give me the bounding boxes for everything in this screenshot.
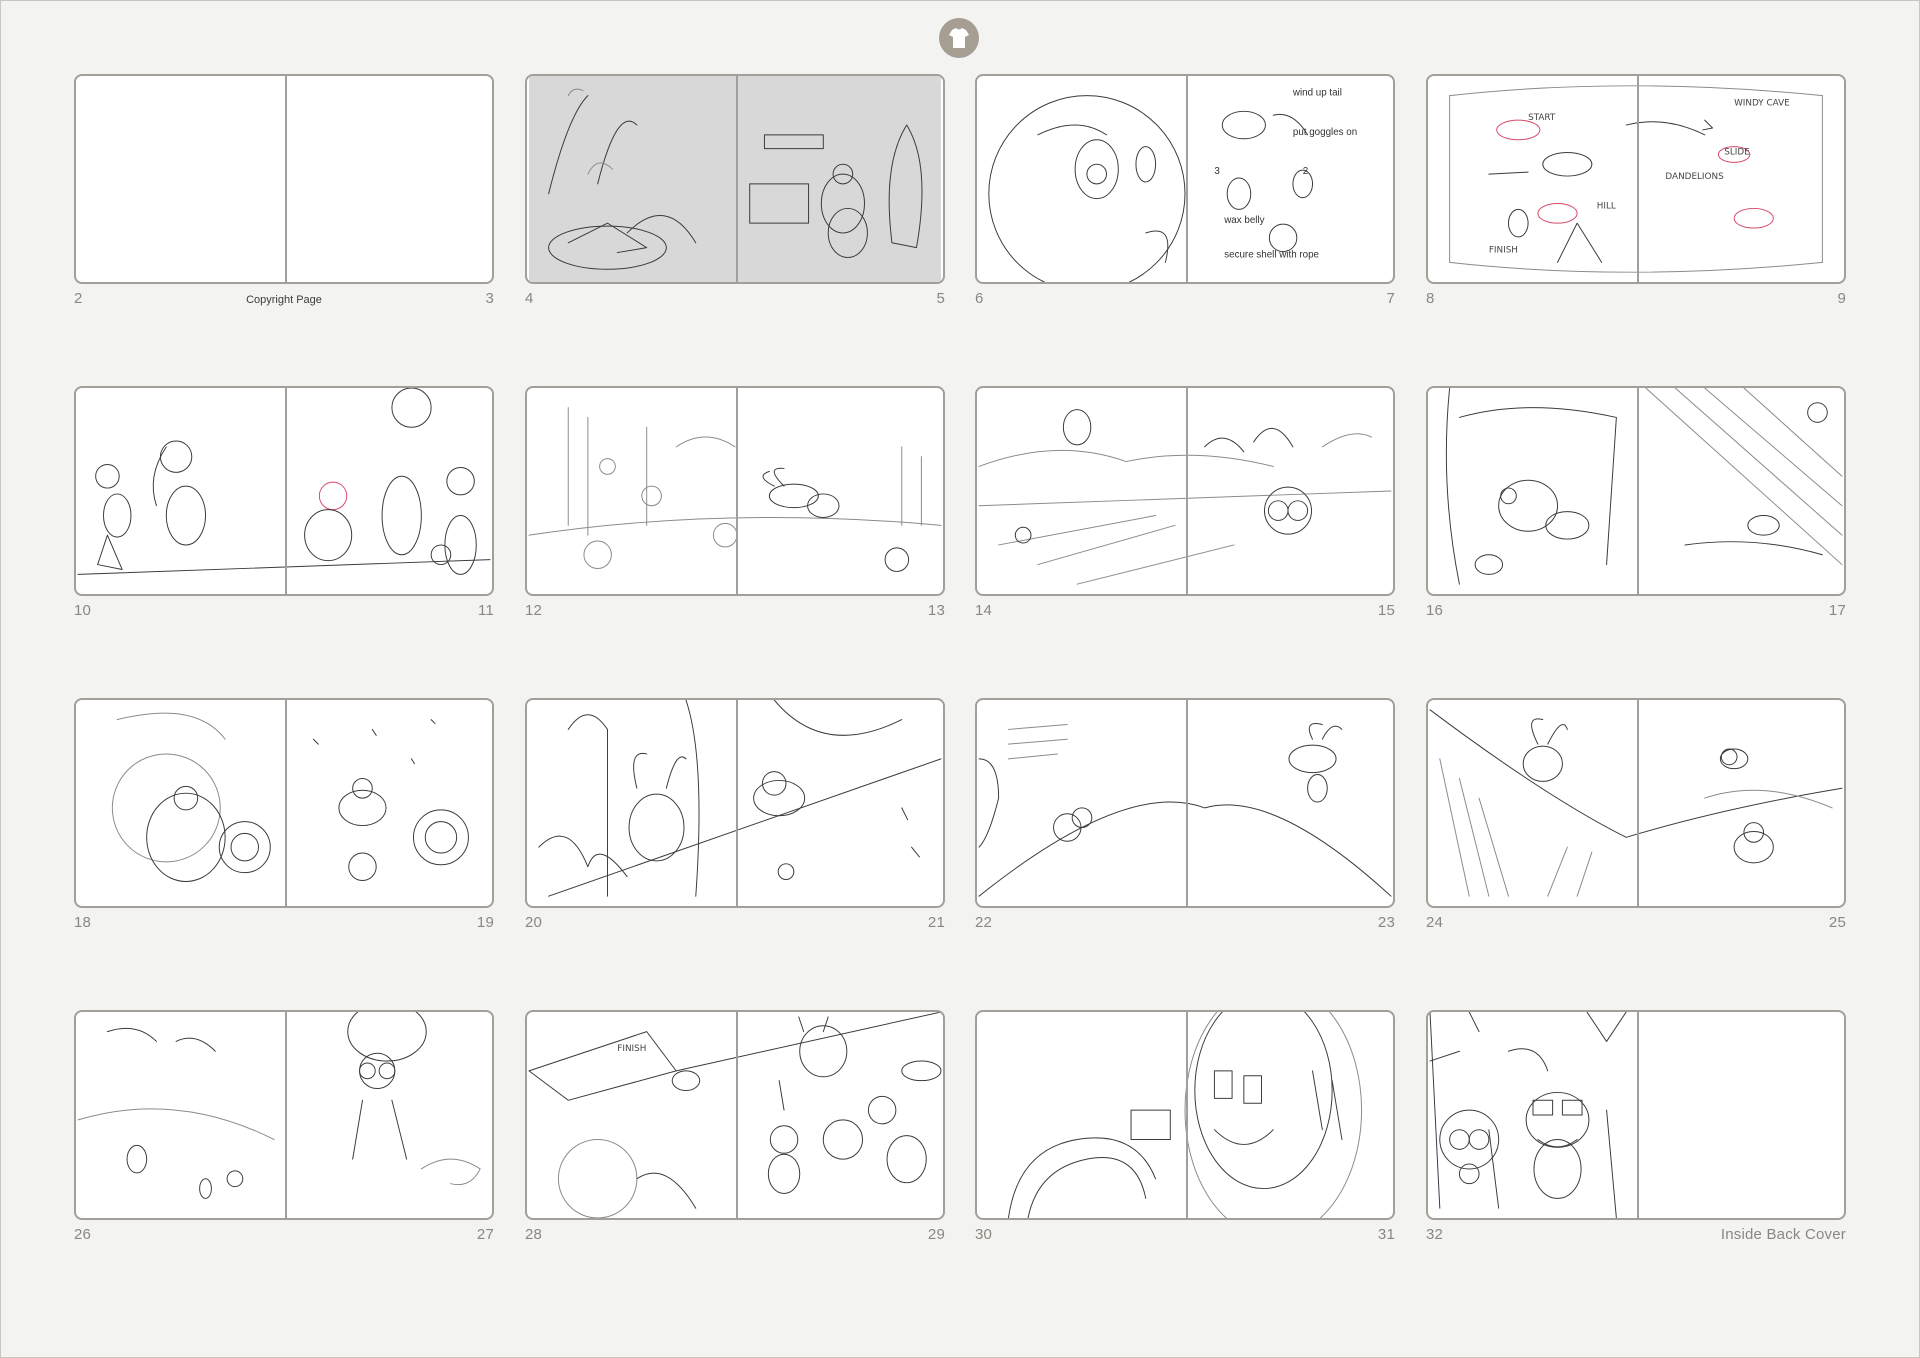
sketch-illustration: START WINDY CAVE DANDELIONS HILL FINISH SLIDE xyxy=(1449,85,1823,273)
spread-2[interactable] xyxy=(74,74,494,284)
sketch-illustration xyxy=(538,700,942,897)
spread-30[interactable] xyxy=(975,1010,1395,1220)
page-number-right: 13 xyxy=(927,602,945,619)
sketch-note: 3 xyxy=(1214,166,1220,177)
spread-32[interactable] xyxy=(1426,1010,1846,1220)
sketch-illustration: FINISH xyxy=(528,1012,942,1218)
spread-24[interactable] xyxy=(1426,698,1846,908)
sketch-illustration xyxy=(1445,388,1843,585)
page-number-right: 27 xyxy=(476,1226,494,1243)
page-number-left: 18 xyxy=(74,914,92,931)
spread-22[interactable] xyxy=(975,698,1395,908)
page-number-right: 9 xyxy=(1837,290,1846,307)
spread-14[interactable] xyxy=(975,386,1395,596)
page-number-left: 2 xyxy=(74,290,83,307)
page-number-right: 5 xyxy=(936,290,945,307)
page-number-left: 20 xyxy=(525,914,543,931)
sketch-illustration xyxy=(978,409,1392,585)
page-number-left: 16 xyxy=(1426,602,1444,619)
spread-gutter xyxy=(736,1012,738,1218)
page-number-left: 30 xyxy=(975,1226,993,1243)
spread-caption: Copyright Page xyxy=(246,294,322,306)
sketch-note: FINISH xyxy=(617,1044,646,1054)
page-number-left: 32 xyxy=(1426,1226,1444,1243)
sketch-note: WINDY CAVE xyxy=(1734,98,1790,108)
spread-gutter xyxy=(285,388,287,594)
sketch-illustration xyxy=(1007,1012,1363,1218)
spread-12[interactable] xyxy=(525,386,945,596)
spread-gutter xyxy=(1637,76,1639,282)
sketch-note: SLIDE xyxy=(1724,147,1749,157)
spread-gutter xyxy=(1637,1012,1639,1218)
page-number-left: 22 xyxy=(975,914,993,931)
page-number-right: 7 xyxy=(1386,290,1395,307)
spread-4[interactable] xyxy=(525,74,945,284)
page-number-right: 19 xyxy=(476,914,494,931)
sketch-illustration xyxy=(76,76,492,282)
spread-18[interactable] xyxy=(74,698,494,908)
page-number-right: 23 xyxy=(1377,914,1395,931)
page-number-right: 31 xyxy=(1377,1226,1395,1243)
spread-gutter xyxy=(1186,388,1188,594)
spread-gutter xyxy=(285,700,287,906)
spread-gutter xyxy=(1637,388,1639,594)
sketch-note: wax belly xyxy=(1223,215,1264,226)
spread-gutter xyxy=(285,76,287,282)
sketch-note: HILL xyxy=(1597,201,1616,211)
page-number-left: 10 xyxy=(74,602,92,619)
spread-gutter xyxy=(1637,700,1639,906)
storyboard-grid: 2 3 Copyright Page 4 5 wind up tail put goggle… xyxy=(0,0,1920,1358)
sketch-illustration xyxy=(1429,1012,1627,1218)
spread-10[interactable] xyxy=(74,386,494,596)
sketch-illustration xyxy=(978,723,1392,897)
page-number-right: 21 xyxy=(927,914,945,931)
page-number-left: 12 xyxy=(525,602,543,619)
spread-gutter xyxy=(1186,700,1188,906)
page-number-right: Inside Back Cover xyxy=(1720,1226,1846,1243)
sketch-illustration xyxy=(1429,709,1843,897)
sketch-illustration xyxy=(529,76,941,282)
sketch-note: START xyxy=(1528,113,1556,123)
spread-8[interactable]: START WINDY CAVE DANDELIONS HILL FINISH SLIDE xyxy=(1426,74,1846,284)
spread-gutter xyxy=(736,700,738,906)
spread-20[interactable] xyxy=(525,698,945,908)
page-number-left: 4 xyxy=(525,290,534,307)
spread-gutter xyxy=(1186,76,1188,282)
spread-gutter xyxy=(1186,1012,1188,1218)
sketch-illustration xyxy=(77,388,491,575)
sketch-illustration xyxy=(111,712,469,882)
spread-28[interactable]: FINISH xyxy=(525,1010,945,1220)
spread-6[interactable]: wind up tail put goggles on wax belly secur… xyxy=(975,74,1395,284)
page-number-left: 6 xyxy=(975,290,984,307)
page-number-left: 28 xyxy=(525,1226,543,1243)
sketch-illustration xyxy=(77,1012,481,1199)
page-number-right: 17 xyxy=(1828,602,1846,619)
page-number-right: 29 xyxy=(927,1226,945,1243)
spread-gutter xyxy=(285,1012,287,1218)
sketch-illustration xyxy=(528,407,942,572)
page-number-left: 24 xyxy=(1426,914,1444,931)
spread-26[interactable] xyxy=(74,1010,494,1220)
page-number-right: 11 xyxy=(478,602,494,619)
spread-gutter xyxy=(736,76,738,282)
sketch-illustration: wind up tail put goggles on wax belly secur… xyxy=(988,88,1357,282)
sketch-note: put goggles on xyxy=(1293,127,1357,138)
sketch-note: secure shell with rope xyxy=(1224,249,1319,260)
page-number-left: 8 xyxy=(1426,290,1435,307)
sketch-note: FINISH xyxy=(1489,246,1518,256)
page-number-right: 15 xyxy=(1377,602,1395,619)
sketch-note: DANDELIONS xyxy=(1665,172,1724,182)
page-number-left: 14 xyxy=(975,602,993,619)
spread-16[interactable] xyxy=(1426,386,1846,596)
sketch-note: wind up tail xyxy=(1292,88,1342,99)
page-number-right: 3 xyxy=(485,290,494,307)
page-number-right: 25 xyxy=(1828,914,1846,931)
spread-gutter xyxy=(736,388,738,594)
sketch-note: 2 xyxy=(1303,166,1308,177)
page-number-left: 26 xyxy=(74,1226,92,1243)
